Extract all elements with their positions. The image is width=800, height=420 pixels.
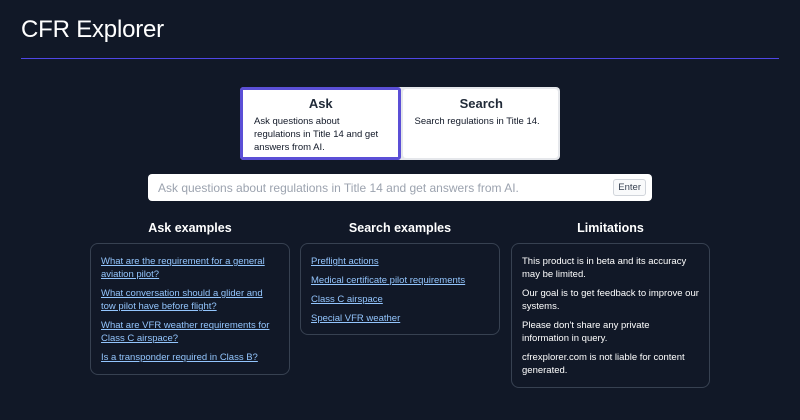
limitations-heading: Limitations [577, 221, 644, 235]
ask-mode-button[interactable]: Ask Ask questions about regulations in T… [240, 87, 401, 160]
search-example-link[interactable]: Medical certificate pilot requirements [311, 274, 489, 287]
search-example-link[interactable]: Class C airspace [311, 293, 489, 306]
search-examples-heading: Search examples [348, 221, 452, 235]
query-box: Enter [148, 174, 652, 201]
app-title: CFR Explorer [21, 16, 164, 43]
limitations-panel: This product is in beta and its accuracy… [511, 243, 710, 388]
enter-button[interactable]: Enter [613, 179, 646, 196]
ask-mode-title: Ask [308, 96, 333, 111]
ask-example-link[interactable]: What are the requirement for a general a… [101, 255, 279, 281]
ask-examples-panel: What are the requirement for a general a… [90, 243, 290, 375]
limitation-text: Our goal is to get feedback to improve o… [522, 288, 699, 312]
mode-toggle: Ask Ask questions about regulations in T… [240, 87, 560, 160]
ask-examples-heading: Ask examples [148, 221, 232, 235]
ask-example-link[interactable]: What are VFR weather requirements for Cl… [101, 319, 279, 345]
search-examples-panel: Preflight actions Medical certificate pi… [300, 243, 500, 335]
ask-mode-description: Ask questions about regulations in Title… [254, 116, 379, 153]
ask-example-link[interactable]: What conversation should a glider and to… [101, 287, 279, 313]
search-mode-button[interactable]: Search Search regulations in Title 14. [402, 89, 558, 158]
search-example-link[interactable]: Special VFR weather [311, 312, 489, 325]
search-mode-description: Search regulations in Title 14. [414, 116, 540, 127]
ask-example-link[interactable]: Is a transponder required in Class B? [101, 351, 279, 364]
query-input[interactable] [158, 180, 614, 195]
search-mode-title: Search [459, 96, 503, 111]
limitation-text: This product is in beta and its accuracy… [522, 256, 687, 280]
search-example-link[interactable]: Preflight actions [311, 255, 489, 268]
limitation-text: cfrexplorer.com is not liable for conten… [522, 352, 685, 376]
limitation-text: Please don't share any private informati… [522, 320, 650, 344]
title-divider [21, 58, 779, 59]
